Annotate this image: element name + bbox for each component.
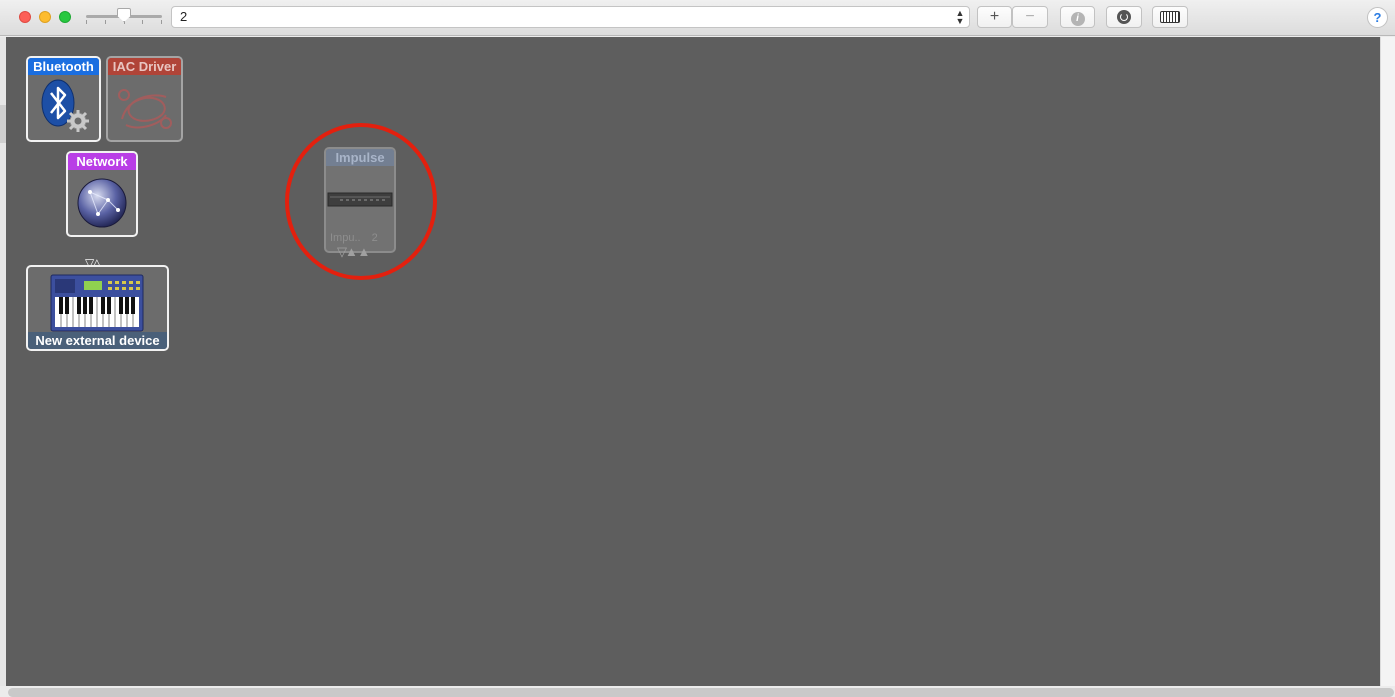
help-icon: ? [1373, 10, 1382, 25]
device-label: Bluetooth [28, 58, 99, 75]
window-minimize-button[interactable] [39, 11, 51, 23]
add-device-button[interactable]: + [977, 6, 1012, 28]
device-network[interactable]: Network [66, 151, 138, 237]
info-icon: i [1070, 12, 1085, 26]
gear-icon [67, 110, 89, 132]
window-zoom-button[interactable] [59, 11, 71, 23]
device-label: IAC Driver [108, 58, 181, 75]
help-button[interactable]: ? [1367, 7, 1388, 28]
window-toolbar: 2 ▲ ▼ + − i ? [0, 0, 1395, 36]
configuration-value: 2 [180, 9, 188, 24]
remove-device-button[interactable]: − [1012, 6, 1048, 28]
device-label: Network [68, 153, 136, 170]
show-info-button[interactable]: i [1060, 6, 1095, 28]
iac-cable-icon [108, 75, 181, 140]
highlight-circle [285, 123, 437, 280]
network-globe-icon [68, 170, 136, 235]
bluetooth-icon [28, 75, 99, 140]
vertical-scrollbar[interactable] [1380, 37, 1395, 697]
device-new-external[interactable]: New external device [26, 265, 169, 351]
device-bluetooth[interactable]: Bluetooth [26, 56, 101, 142]
configuration-select[interactable]: 2 ▲ ▼ [171, 6, 970, 28]
rescan-icon [1117, 10, 1131, 24]
test-setup-button[interactable] [1152, 6, 1188, 28]
device-iac-driver[interactable]: IAC Driver [106, 56, 183, 142]
device-label: New external device [28, 332, 167, 349]
horizontal-scrollbar[interactable] [8, 688, 1394, 697]
window-close-button[interactable] [19, 11, 31, 23]
midi-studio-canvas[interactable] [6, 37, 1380, 686]
rescan-midi-button[interactable] [1106, 6, 1142, 28]
midi-keyboard-icon [28, 271, 167, 338]
keyboard-icon [1160, 11, 1180, 23]
select-arrows-icon: ▲ ▼ [955, 8, 965, 26]
